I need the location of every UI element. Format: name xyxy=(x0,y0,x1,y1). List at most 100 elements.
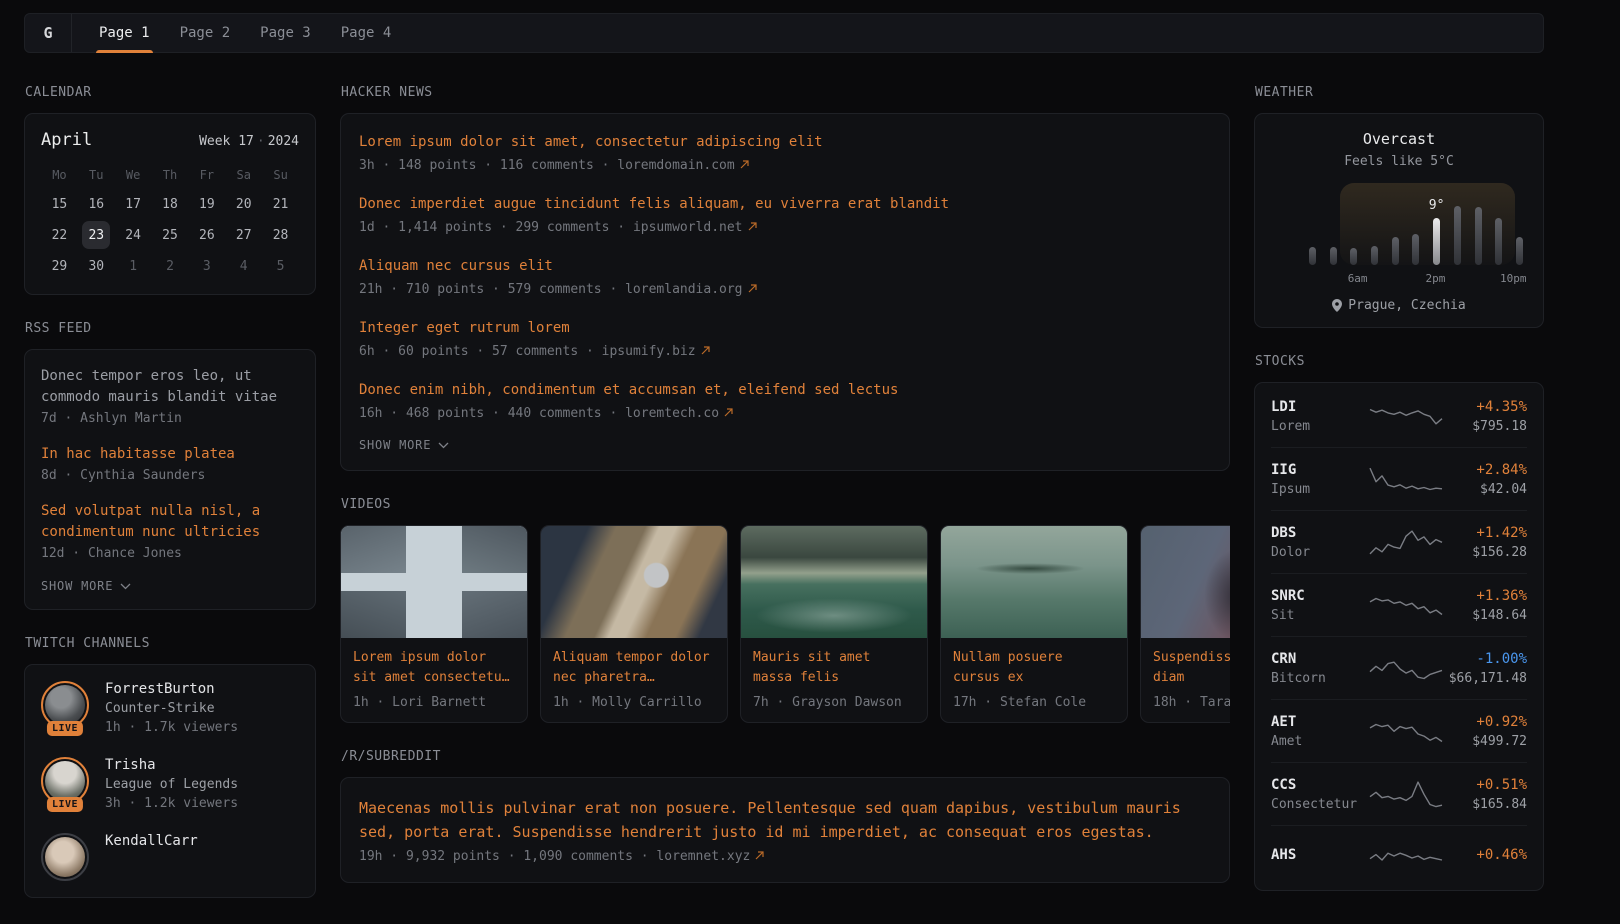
twitch-channel-info: ForrestBurtonCounter-Strike1h · 1.7k vie… xyxy=(105,681,238,735)
video-card[interactable]: Lorem ipsum dolor sit amet consectetu…1h… xyxy=(340,525,528,723)
calendar-day[interactable]: 3 xyxy=(188,252,225,280)
rss-widget: RSS FEED Donec tempor eros leo, ut commo… xyxy=(24,321,316,610)
hn-item-title[interactable]: Aliquam nec cursus elit xyxy=(359,256,1211,277)
hn-domain-link[interactable]: ipsumify.biz xyxy=(602,344,696,359)
video-title[interactable]: Aliquam tempor dolor nec pharetra… xyxy=(553,648,715,688)
calendar-day[interactable]: 17 xyxy=(115,190,152,218)
weather-bar xyxy=(1309,247,1316,265)
hn-item-title[interactable]: Lorem ipsum dolor sit amet, consectetur … xyxy=(359,132,1211,153)
calendar-day[interactable]: 15 xyxy=(41,190,78,218)
stock-row[interactable]: AETAmet+0.92%$499.72 xyxy=(1271,699,1527,762)
calendar-day[interactable]: 21 xyxy=(262,190,299,218)
video-title[interactable]: Suspendisse diam xyxy=(1153,648,1230,688)
twitch-channel[interactable]: LIVETrishaLeague of Legends3h · 1.2k vie… xyxy=(41,757,299,811)
calendar-day[interactable]: 16 xyxy=(78,190,115,218)
twitch-channel[interactable]: LIVEForrestBurtonCounter-Strike1h · 1.7k… xyxy=(41,681,299,735)
stock-change: +4.35% xyxy=(1445,399,1527,415)
hn-item-meta: 6h · 60 points · 57 comments · ipsumify.… xyxy=(359,344,1211,359)
weather-time-labels: 6am2pm10pm xyxy=(1309,271,1523,285)
calendar-day[interactable]: 26 xyxy=(188,221,225,249)
calendar-day[interactable]: 22 xyxy=(41,221,78,249)
section-title-weather: WEATHER xyxy=(1255,85,1544,100)
rss-show-more-button[interactable]: SHOW MORE xyxy=(41,579,299,593)
left-column: CALENDAR April Week 17·2024 MoTuWeThFrSa… xyxy=(24,85,316,924)
hn-domain-link[interactable]: loremdomain.com xyxy=(617,158,734,173)
video-card[interactable]: Mauris sit amet massa felis7h · Grayson … xyxy=(740,525,928,723)
tab-page-1[interactable]: Page 1 xyxy=(84,14,165,52)
stock-row[interactable]: DBSDolor+1.42%$156.28 xyxy=(1271,510,1527,573)
calendar-day-number: 3 xyxy=(193,252,221,280)
calendar-day[interactable]: 25 xyxy=(152,221,189,249)
chevron-down-icon xyxy=(438,442,449,449)
logo[interactable]: G xyxy=(25,14,72,52)
calendar-day[interactable]: 30 xyxy=(78,252,115,280)
stock-price: $66,171.48 xyxy=(1445,671,1527,686)
avatar-image xyxy=(45,761,85,801)
calendar-day[interactable]: 18 xyxy=(152,190,189,218)
stock-row[interactable]: LDILorem+4.35%$795.18 xyxy=(1271,385,1527,447)
video-title[interactable]: Lorem ipsum dolor sit amet consectetu… xyxy=(353,648,515,688)
twitch-channel-name[interactable]: Trisha xyxy=(105,757,238,773)
stock-change: +2.84% xyxy=(1445,462,1527,478)
calendar-day[interactable]: 24 xyxy=(115,221,152,249)
hackernews-show-more-button[interactable]: SHOW MORE xyxy=(359,438,1211,452)
hn-item-title[interactable]: Donec imperdiet augue tincidunt felis al… xyxy=(359,194,1211,215)
calendar-day[interactable]: 2 xyxy=(152,252,189,280)
stock-row[interactable]: AHS+0.46% xyxy=(1271,825,1527,888)
calendar-day[interactable]: 27 xyxy=(225,221,262,249)
video-title[interactable]: Nullam posuere cursus ex xyxy=(953,648,1115,688)
calendar-week-label: Week 17 xyxy=(199,134,254,149)
weather-location-row: Prague, Czechia xyxy=(1271,298,1527,313)
hn-domain-link[interactable]: loremtech.co xyxy=(625,406,719,421)
hn-item-title[interactable]: Donec enim nibh, condimentum et accumsan… xyxy=(359,380,1211,401)
tab-page-4[interactable]: Page 4 xyxy=(326,14,407,52)
video-row: Lorem ipsum dolor sit amet consectetu…1h… xyxy=(340,525,1230,723)
twitch-widget: TWITCH CHANNELS LIVEForrestBurtonCounter… xyxy=(24,636,316,898)
stock-sparkline xyxy=(1367,774,1445,814)
stock-name: Dolor xyxy=(1271,545,1367,560)
stock-row[interactable]: CRNBitcorn-1.00%$66,171.48 xyxy=(1271,636,1527,699)
calendar-day[interactable]: 4 xyxy=(225,252,262,280)
twitch-channel-name[interactable]: ForrestBurton xyxy=(105,681,238,697)
calendar-day[interactable]: 1 xyxy=(115,252,152,280)
twitch-channel[interactable]: KendallCarr xyxy=(41,833,299,881)
stock-info: AHS xyxy=(1271,847,1367,867)
stock-row[interactable]: SNRCSit+1.36%$148.64 xyxy=(1271,573,1527,636)
calendar-month: April xyxy=(41,130,92,150)
calendar-day[interactable]: 28 xyxy=(262,221,299,249)
calendar-day-number: 29 xyxy=(45,252,73,280)
video-card[interactable]: Nullam posuere cursus ex17h · Stefan Col… xyxy=(940,525,1128,723)
hn-item: Aliquam nec cursus elit21h · 710 points … xyxy=(359,256,1211,297)
calendar-day-number: 2 xyxy=(156,252,184,280)
weather-time-label: 6am xyxy=(1348,272,1368,285)
twitch-channel-name[interactable]: KendallCarr xyxy=(105,833,198,849)
tab-page-3[interactable]: Page 3 xyxy=(245,14,326,52)
live-badge: LIVE xyxy=(47,797,83,812)
video-thumbnail xyxy=(941,526,1127,638)
rss-item-title[interactable]: Donec tempor eros leo, ut commodo mauris… xyxy=(41,366,299,408)
rss-item-title[interactable]: In hac habitasse platea xyxy=(41,444,299,465)
rss-item-title[interactable]: Sed volutpat nulla nisl, a condimentum n… xyxy=(41,501,299,543)
calendar-day[interactable]: 20 xyxy=(225,190,262,218)
section-title-hackernews: HACKER NEWS xyxy=(341,85,1230,100)
stock-row[interactable]: CCSConsectetur+0.51%$165.84 xyxy=(1271,762,1527,825)
show-more-label: SHOW MORE xyxy=(41,579,113,593)
stock-values: +0.92%$499.72 xyxy=(1445,714,1527,749)
hn-domain-link[interactable]: loremlandia.org xyxy=(625,282,742,297)
tab-page-2[interactable]: Page 2 xyxy=(165,14,246,52)
calendar-day[interactable]: 19 xyxy=(188,190,225,218)
calendar-day[interactable]: 23 xyxy=(78,221,115,249)
video-card[interactable]: Suspendisse diam18h · Tara xyxy=(1140,525,1230,723)
hn-item-title[interactable]: Integer eget rutrum lorem xyxy=(359,318,1211,339)
calendar-day[interactable]: 5 xyxy=(262,252,299,280)
subreddit-item-title[interactable]: Maecenas mollis pulvinar erat non posuer… xyxy=(359,796,1211,844)
calendar-day[interactable]: 29 xyxy=(41,252,78,280)
video-card[interactable]: Aliquam tempor dolor nec pharetra…1h · M… xyxy=(540,525,728,723)
avatar-image xyxy=(45,837,85,877)
video-title[interactable]: Mauris sit amet massa felis xyxy=(753,648,915,688)
calendar-day-number: 30 xyxy=(82,252,110,280)
subreddit-domain-link[interactable]: loremnet.xyz xyxy=(656,849,750,864)
stock-change: +0.51% xyxy=(1445,777,1527,793)
stock-row[interactable]: IIGIpsum+2.84%$42.04 xyxy=(1271,447,1527,510)
hn-domain-link[interactable]: ipsumworld.net xyxy=(633,220,743,235)
